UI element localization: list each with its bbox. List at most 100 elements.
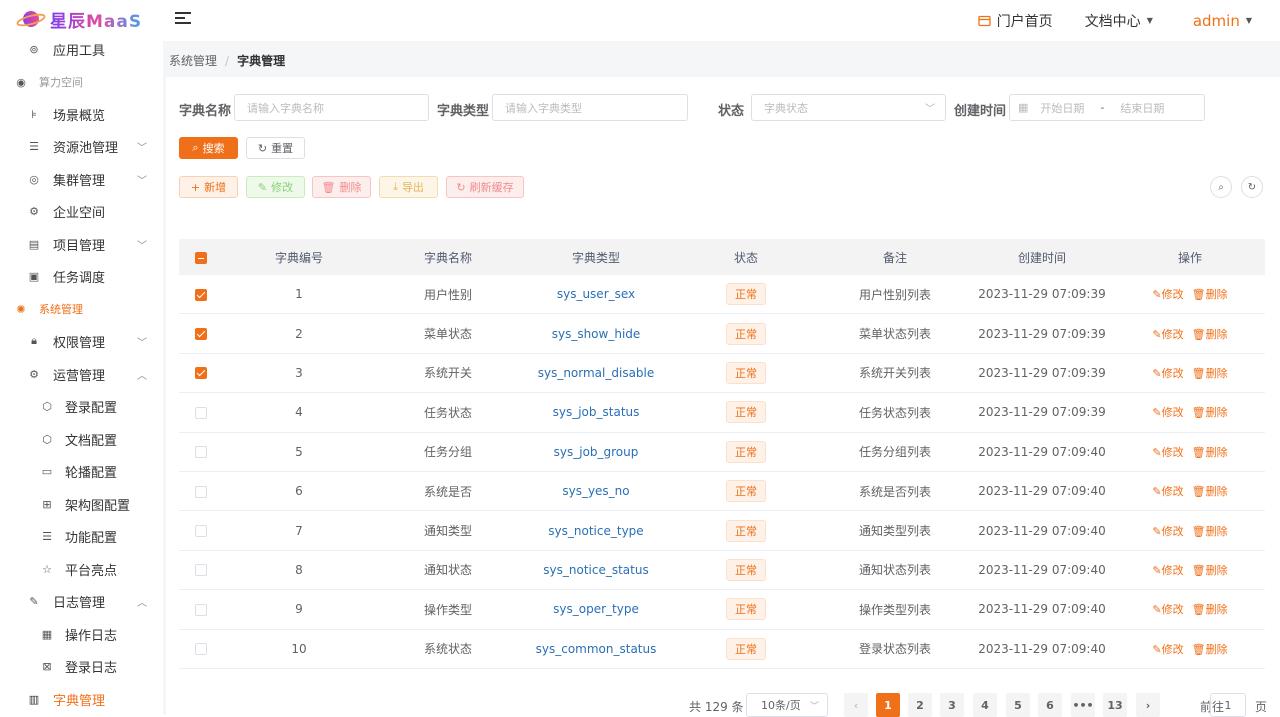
search-button[interactable]: ⌕ 搜索 (179, 137, 238, 159)
row-edit-button[interactable]: ✎修改 (1152, 643, 1183, 656)
start-date-placeholder[interactable]: 开始日期 (1040, 100, 1084, 116)
dict-type-link[interactable]: sys_normal_disable (538, 366, 655, 380)
prev-page-button[interactable]: ‹ (844, 693, 868, 717)
more-pages-button[interactable]: ••• (1071, 693, 1095, 717)
sidebar-item-login-config[interactable]: ⬡ 登录配置 (0, 390, 163, 422)
row-delete-button[interactable]: 🗑︎删除 (1192, 564, 1228, 577)
dict-type-link[interactable]: sys_user_sex (557, 287, 635, 301)
row-edit-button[interactable]: ✎修改 (1152, 446, 1183, 459)
sidebar-group-system[interactable]: ✺ 系统管理 (0, 293, 163, 325)
dict-type-link[interactable]: sys_notice_type (548, 524, 643, 538)
row-checkbox[interactable] (195, 328, 207, 341)
delete-button[interactable]: 🗑︎ 删除 (312, 176, 371, 198)
row-delete-button[interactable]: 🗑︎删除 (1192, 603, 1228, 616)
row-checkbox[interactable] (195, 446, 207, 459)
row-delete-button[interactable]: 🗑︎删除 (1192, 328, 1228, 341)
row-edit-button[interactable]: ✎修改 (1152, 406, 1183, 419)
row-delete-button[interactable]: 🗑︎删除 (1192, 525, 1228, 538)
row-edit-button[interactable]: ✎修改 (1152, 328, 1183, 341)
select-all-checkbox[interactable] (195, 251, 207, 264)
trash-icon: 🗑︎ (1191, 366, 1206, 380)
row-delete-button[interactable]: 🗑︎删除 (1192, 367, 1228, 380)
user-name: admin (1192, 11, 1240, 30)
sidebar-item-login-log[interactable]: ⊠ 登录日志 (0, 650, 163, 682)
breadcrumb-parent[interactable]: 系统管理 (169, 54, 217, 68)
sidebar-item-doc-config[interactable]: ⬡ 文档配置 (0, 423, 163, 455)
page-number-button[interactable]: 3 (940, 693, 964, 717)
sidebar-item-carousel-config[interactable]: ▭ 轮播配置 (0, 455, 163, 487)
dict-type-link[interactable]: sys_notice_status (543, 563, 648, 577)
page-number-button[interactable]: 13 (1103, 693, 1127, 717)
status-badge: 正常 (726, 598, 766, 621)
page-number-button[interactable]: 6 (1038, 693, 1062, 717)
sidebar-item-dictionary[interactable]: ▥ 字典管理 (0, 683, 163, 715)
row-edit-button[interactable]: ✎修改 (1152, 485, 1183, 498)
row-delete-button[interactable]: 🗑︎删除 (1192, 485, 1228, 498)
sidebar-item-app-tools[interactable]: ⊚ 应用工具 (0, 41, 163, 65)
row-checkbox[interactable] (195, 406, 207, 419)
sidebar-item-highlights[interactable]: ☆ 平台亮点 (0, 553, 163, 585)
edit-button[interactable]: ✎ 修改 (246, 176, 305, 198)
row-edit-button[interactable]: ✎修改 (1152, 603, 1183, 616)
row-edit-button[interactable]: ✎修改 (1152, 367, 1183, 380)
next-page-button[interactable]: › (1136, 693, 1160, 717)
row-edit-button[interactable]: ✎修改 (1152, 525, 1183, 538)
sidebar-item-permission[interactable]: 🔒︎ 权限管理 ﹀ (0, 325, 163, 357)
refresh-cache-button[interactable]: ↻ 刷新缓存 (446, 176, 524, 198)
sidebar-item-project[interactable]: ▤ 项目管理 ﹀ (0, 228, 163, 260)
sidebar-item-log[interactable]: ✎ 日志管理 ︿ (0, 585, 163, 617)
refresh-table-icon[interactable]: ↻ (1241, 176, 1263, 198)
table-row: 9 操作类型 sys_oper_type 正常 操作类型列表 2023-11-29 07:… (179, 590, 1265, 630)
row-delete-button[interactable]: 🗑︎删除 (1192, 643, 1228, 656)
table-row: 1 用户性别 sys_user_sex 正常 用户性别列表 2023-11-29 07:0… (179, 275, 1265, 315)
user-menu-dropdown[interactable]: admin ▼ (1169, 12, 1280, 30)
sidebar-item-enterprise[interactable]: ⚙ 企业空间 (0, 195, 163, 227)
dict-type-link[interactable]: sys_job_group (554, 445, 639, 459)
sidebar-item-feature-config[interactable]: ☰ 功能配置 (0, 520, 163, 552)
row-checkbox[interactable] (195, 288, 207, 301)
row-checkbox[interactable] (195, 564, 207, 577)
dict-name-input[interactable]: 请输入字典名称 (234, 94, 429, 121)
row-delete-button[interactable]: 🗑︎删除 (1192, 288, 1228, 301)
row-delete-button[interactable]: 🗑︎删除 (1192, 406, 1228, 419)
row-delete-button[interactable]: 🗑︎删除 (1192, 446, 1228, 459)
sidebar-item-architecture-config[interactable]: ⊞ 架构图配置 (0, 488, 163, 520)
portal-home-link[interactable]: 门户首页 (962, 11, 1069, 31)
export-button[interactable]: ⤓ 导出 (379, 176, 438, 198)
page-number-button[interactable]: 1 (876, 693, 900, 717)
dict-type-link[interactable]: sys_job_status (553, 405, 640, 419)
end-date-placeholder[interactable]: 结束日期 (1120, 100, 1164, 116)
status-select[interactable]: 字典状态 ﹀ (751, 94, 946, 121)
dict-type-input[interactable]: 请输入字典类型 (492, 94, 688, 121)
row-edit-button[interactable]: ✎修改 (1152, 564, 1183, 577)
sidebar-item-cluster[interactable]: ◎ 集群管理 ﹀ (0, 163, 163, 195)
row-checkbox[interactable] (195, 643, 207, 656)
row-checkbox[interactable] (195, 485, 207, 498)
row-checkbox[interactable] (195, 367, 207, 380)
dict-type-link[interactable]: sys_show_hide (552, 327, 641, 341)
reset-button[interactable]: ↻ 重置 (246, 137, 305, 159)
toggle-search-icon[interactable]: ⌕ (1210, 176, 1232, 198)
sidebar-item-resource-pool[interactable]: ☰ 资源池管理 ﹀ (0, 130, 163, 162)
sidebar-item-operation-log[interactable]: ▦ 操作日志 (0, 618, 163, 650)
goto-page-input[interactable]: 1 (1210, 693, 1246, 717)
sidebar-group-compute[interactable]: ◉ 算力空间 (0, 66, 163, 98)
dict-type-link[interactable]: sys_common_status (536, 642, 657, 656)
date-range-picker[interactable]: ▦ 开始日期 - 结束日期 (1009, 94, 1205, 121)
app-logo[interactable]: 星辰MaaS (16, 6, 142, 32)
sidebar-item-operation[interactable]: ⚙ 运营管理 ︿ (0, 358, 163, 390)
sidebar-item-scene-overview[interactable]: ⊧ 场景概览 (0, 98, 163, 130)
menu-toggle-icon[interactable] (175, 12, 191, 26)
page-number-button[interactable]: 5 (1006, 693, 1030, 717)
page-size-select[interactable]: 10条/页 ﹀ (746, 693, 828, 717)
add-button[interactable]: + 新增 (179, 176, 238, 198)
dict-type-link[interactable]: sys_yes_no (562, 484, 629, 498)
row-checkbox[interactable] (195, 525, 207, 538)
page-number-button[interactable]: 2 (908, 693, 932, 717)
sidebar-item-task-schedule[interactable]: ▣ 任务调度 (0, 260, 163, 292)
docs-center-dropdown[interactable]: 文档中心 ▼ (1069, 11, 1169, 31)
page-number-button[interactable]: 4 (973, 693, 997, 717)
row-edit-button[interactable]: ✎修改 (1152, 288, 1183, 301)
dict-type-link[interactable]: sys_oper_type (553, 602, 639, 616)
row-checkbox[interactable] (195, 603, 207, 616)
